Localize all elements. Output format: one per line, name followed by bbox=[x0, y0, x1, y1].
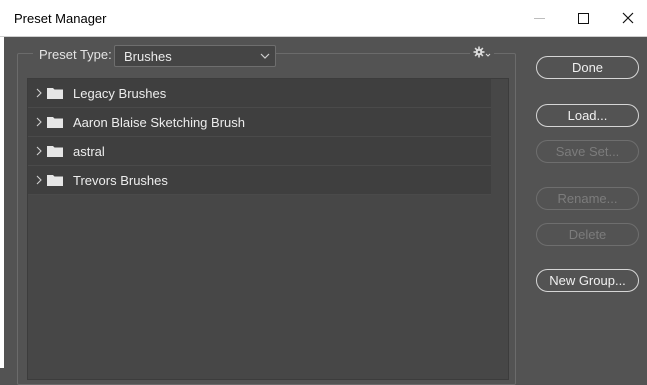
preset-type-select[interactable]: Brushes bbox=[114, 45, 276, 67]
minimize-icon bbox=[533, 17, 545, 19]
list-item[interactable]: Trevors Brushes bbox=[28, 166, 491, 195]
preset-list[interactable]: Legacy Brushes Aaron Blaise Sketching Br… bbox=[27, 78, 509, 380]
delete-button[interactable]: Delete bbox=[536, 223, 639, 246]
maximize-icon bbox=[577, 12, 589, 24]
maximize-button[interactable] bbox=[560, 0, 606, 36]
chevron-right-icon[interactable] bbox=[35, 144, 43, 158]
list-item-label: Trevors Brushes bbox=[73, 173, 168, 188]
chevron-right-icon[interactable] bbox=[35, 115, 43, 129]
folder-icon bbox=[47, 117, 63, 128]
chevron-right-icon[interactable] bbox=[35, 173, 43, 187]
list-item-label: astral bbox=[73, 144, 105, 159]
window-left-border bbox=[0, 0, 4, 368]
list-item[interactable]: astral bbox=[28, 137, 491, 166]
gear-menu-button[interactable] bbox=[470, 46, 494, 65]
list-item[interactable]: Aaron Blaise Sketching Brush bbox=[28, 108, 491, 137]
folder-icon bbox=[47, 146, 63, 157]
close-icon bbox=[622, 12, 634, 24]
list-item-label: Aaron Blaise Sketching Brush bbox=[73, 115, 245, 130]
folder-icon bbox=[47, 88, 63, 99]
minimize-button[interactable] bbox=[516, 0, 562, 36]
save-set-button[interactable]: Save Set... bbox=[536, 140, 639, 163]
load-button[interactable]: Load... bbox=[536, 104, 639, 127]
new-group-button[interactable]: New Group... bbox=[536, 269, 639, 292]
window-title: Preset Manager bbox=[14, 11, 107, 26]
preset-type-value: Brushes bbox=[124, 49, 172, 64]
rename-button[interactable]: Rename... bbox=[536, 187, 639, 210]
folder-icon bbox=[47, 175, 63, 186]
gear-icon bbox=[473, 46, 491, 58]
chevron-down-icon bbox=[260, 53, 270, 59]
close-button[interactable] bbox=[605, 0, 647, 36]
done-button[interactable]: Done bbox=[536, 56, 639, 79]
title-bar: Preset Manager bbox=[0, 0, 647, 37]
preset-type-label: Preset Type: bbox=[33, 47, 118, 62]
chevron-right-icon[interactable] bbox=[35, 86, 43, 100]
list-item[interactable]: Legacy Brushes bbox=[28, 79, 491, 108]
list-item-label: Legacy Brushes bbox=[73, 86, 167, 101]
